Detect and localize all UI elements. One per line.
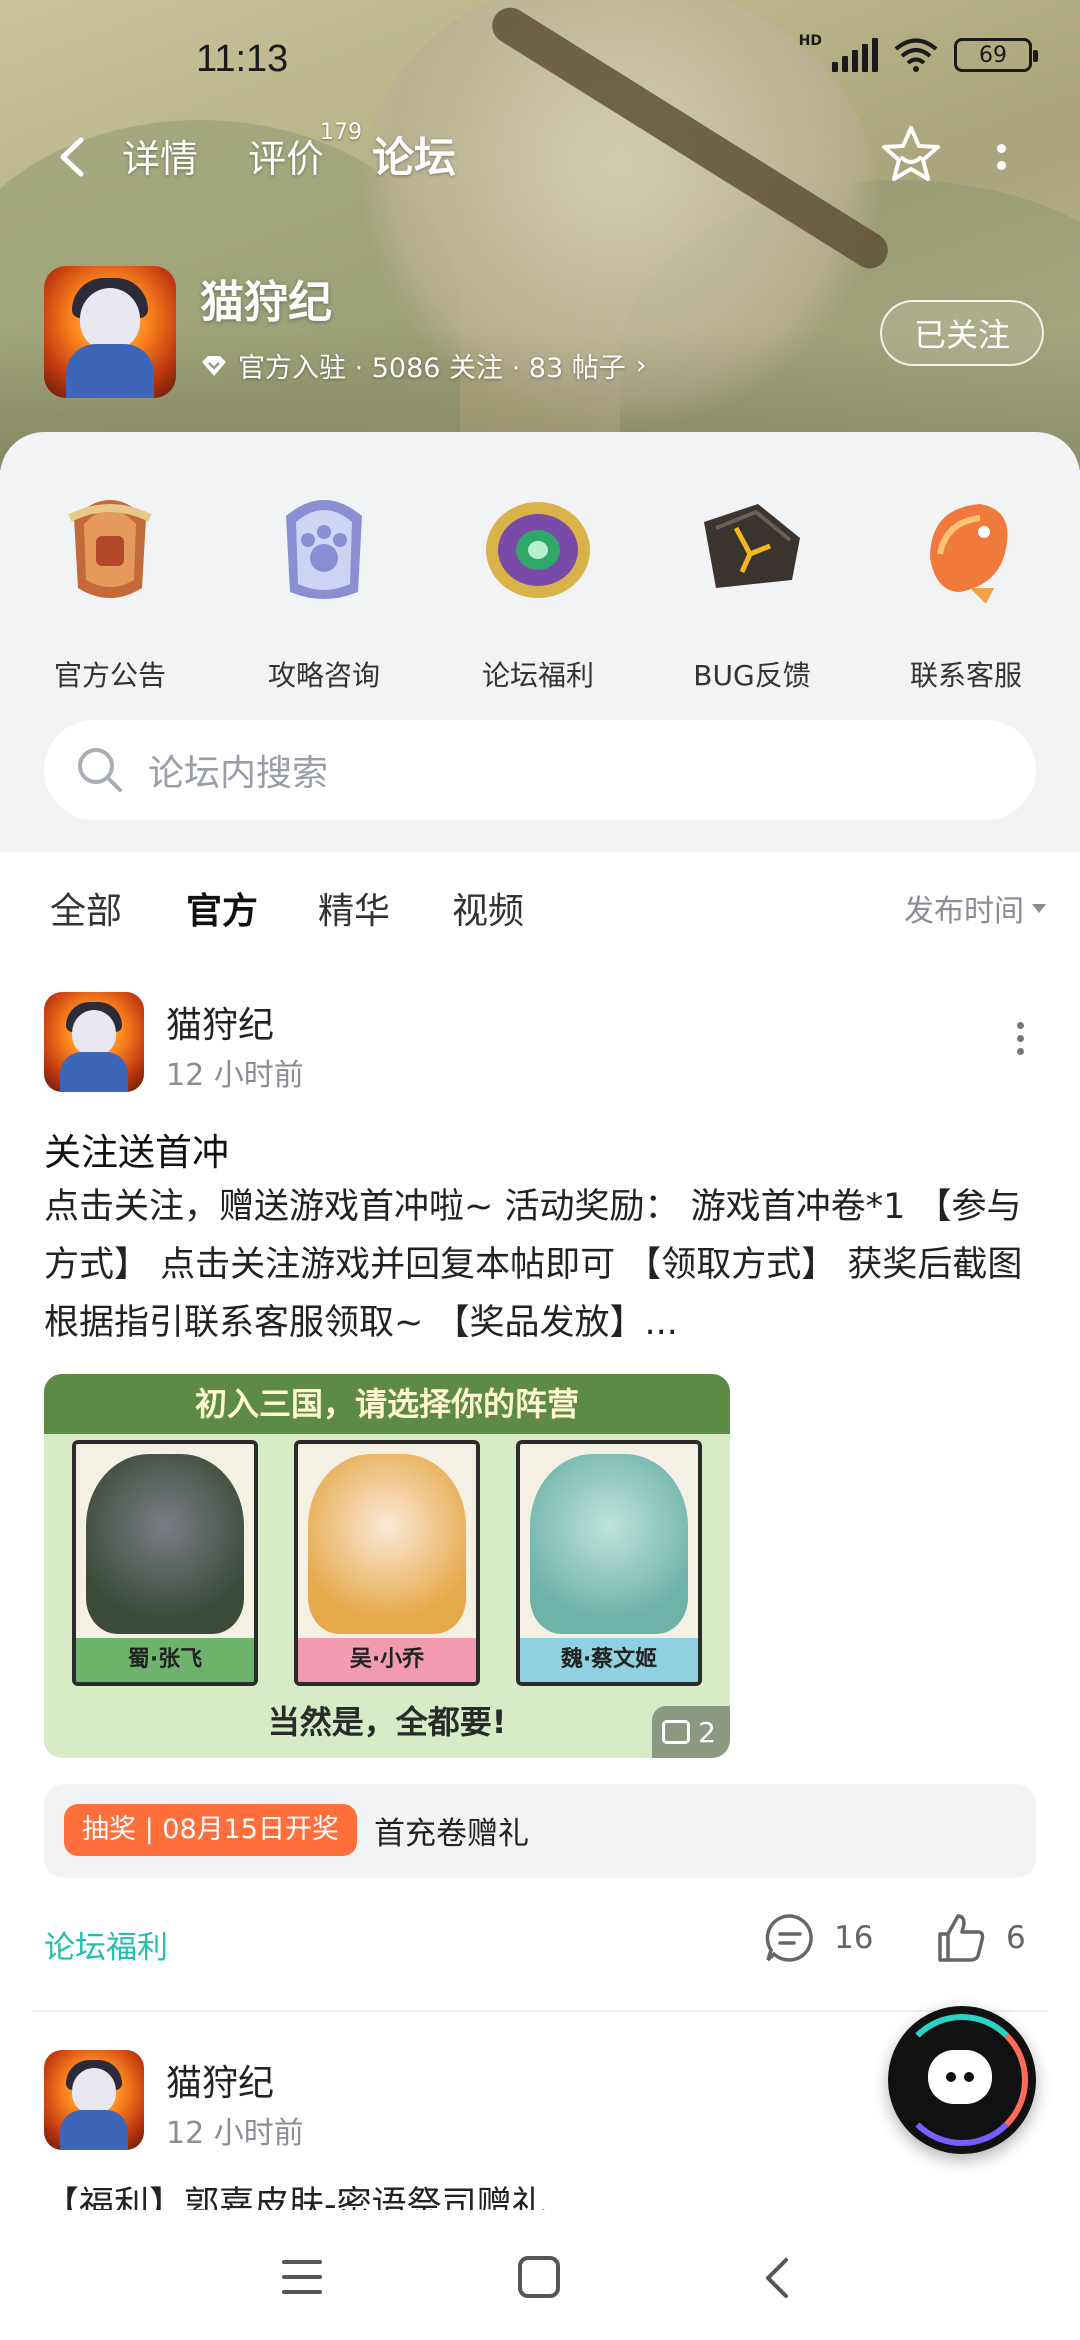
post-title: 关注送首冲 [44,1131,229,1174]
chat-assistant-button[interactable] [888,2006,1036,2154]
chevron-left-icon [766,2258,788,2298]
chevron-left-icon [60,137,84,177]
faction-card: 吴·小乔 [294,1440,480,1686]
search-icon [78,748,122,792]
back-button[interactable] [48,132,98,182]
chevron-right-icon: › [635,350,647,381]
star-icon [882,126,940,181]
verified-icon [202,355,226,376]
image-header-text: 初入三国，请选择你的阵营 [44,1374,730,1434]
like-button[interactable]: 6 [934,1910,1026,1966]
faction-label: 魏·蔡文姬 [520,1638,698,1682]
faction-card: 魏·蔡文姬 [516,1440,702,1686]
image-count-badge: 2 [652,1706,730,1758]
tab-details[interactable]: 详情 [122,128,198,183]
recent-apps-button[interactable] [282,2260,322,2294]
forum-tag[interactable]: 论坛福利 [44,1922,168,1967]
filter-tab-featured[interactable]: 精华 [318,882,390,934]
comment-count: 16 [834,1920,874,1956]
game-meta[interactable]: 官方入驻 · 5086 关注 · 83 帖子 › [200,346,647,385]
comment-icon [765,1914,813,1962]
comment-button[interactable]: 16 [762,1910,873,1966]
image-footer-text: 当然是，全都要! [267,1703,507,1741]
sort-dropdown[interactable]: 发布时间 [904,886,1046,930]
faction-card: 蜀·张飞 [72,1440,258,1686]
caret-down-icon [1032,903,1046,913]
filter-tabs: 全部 官方 精华 视频 发布时间 [0,852,1080,962]
follow-button[interactable]: 已关注 [880,300,1044,366]
filter-tab-video[interactable]: 视频 [452,882,524,934]
author-avatar[interactable] [44,2050,144,2150]
category-label: BUG反馈 [693,659,811,692]
like-count: 6 [1006,1920,1026,1956]
category-label: 攻略咨询 [267,659,380,692]
lottery-text: 首充卷赠礼 [374,1816,529,1852]
lottery-tag: 抽奖 | 08月15日开奖 [64,1804,357,1856]
guide-icon [268,488,380,608]
category-customer-service[interactable]: 联系客服 [866,478,1066,708]
favorite-button[interactable] [878,122,944,188]
status-time: 11:13 [196,38,289,80]
bug-report-icon [696,488,808,608]
game-name: 猫狩纪 [200,277,332,328]
filter-tab-official[interactable]: 官方 [186,882,259,940]
game-icon [44,266,176,398]
category-bug-report[interactable]: BUG反馈 [652,478,852,708]
filter-tab-official-label: 官方 [186,891,259,932]
post-time: 12 小时前 [166,2116,304,2151]
tab-forum-label: 论坛 [372,133,457,182]
post-image[interactable]: 初入三国，请选择你的阵营 蜀·张飞 吴·小乔 魏·蔡文姬 当然是，全都要! 2 [44,1374,730,1758]
search-input[interactable]: 论坛内搜索 [44,720,1036,820]
thumbs-up-icon [938,1914,985,1962]
more-options-button[interactable] [986,132,1016,182]
category-guide[interactable]: 攻略咨询 [224,478,424,708]
system-navigation-bar [0,2210,1080,2340]
post-divider [32,2010,1048,2012]
tab-reviews[interactable]: 评价 [248,128,324,183]
lottery-box[interactable]: 抽奖 | 08月15日开奖 首充卷赠礼 [44,1784,1036,1878]
category-label: 官方公告 [53,659,166,692]
post-body: 点击关注，赠送游戏首冲啦~ 活动奖励： 游戏首冲卷*1 【参与方式】 点击关注游… [44,1187,1023,1343]
chat-bubble-icon [928,2050,992,2104]
customer-service-icon [910,488,1022,608]
author-name[interactable]: 猫狩纪 [166,996,274,1048]
welfare-icon [482,488,594,608]
network-type: HD [798,33,822,49]
category-row: 官方公告 攻略咨询 论坛福利 BUG反馈 联系客服 [0,478,1080,708]
image-count: 2 [698,1715,716,1749]
home-button[interactable] [518,2256,560,2298]
search-placeholder: 论坛内搜索 [148,753,329,794]
sort-label: 发布时间 [904,894,1024,929]
battery-icon: 69 [954,38,1038,72]
filter-tab-all[interactable]: 全部 [50,882,122,934]
battery-level: 69 [979,42,1007,68]
review-count-badge: 179 [320,120,362,145]
post-more-button[interactable] [1010,1022,1030,1062]
game-meta-text: 官方入驻 · 5086 关注 · 83 帖子 [238,353,626,384]
author-name[interactable]: 猫狩纪 [166,2054,274,2106]
status-icons: HD 69 [799,33,1038,72]
status-bar: 11:13 HD 69 [0,0,1080,120]
tab-forum[interactable]: 论坛 [372,124,457,185]
faction-label: 蜀·张飞 [76,1638,254,1682]
system-back-button[interactable] [762,2256,792,2300]
category-announcement[interactable]: 官方公告 [10,478,210,708]
signal-icon [832,38,878,72]
gallery-icon [662,1720,691,1744]
author-avatar[interactable] [44,992,144,1092]
category-label: 联系客服 [909,659,1022,692]
game-info: 猫狩纪 官方入驻 · 5086 关注 · 83 帖子 › 已关注 [44,266,1044,400]
announcement-icon [54,488,166,608]
top-nav: 详情 评价 179 论坛 [0,118,1080,198]
category-welfare[interactable]: 论坛福利 [438,478,638,708]
faction-label: 吴·小乔 [298,1638,476,1682]
wifi-icon [894,38,938,72]
category-label: 论坛福利 [481,659,594,692]
post-time: 12 小时前 [166,1058,304,1093]
